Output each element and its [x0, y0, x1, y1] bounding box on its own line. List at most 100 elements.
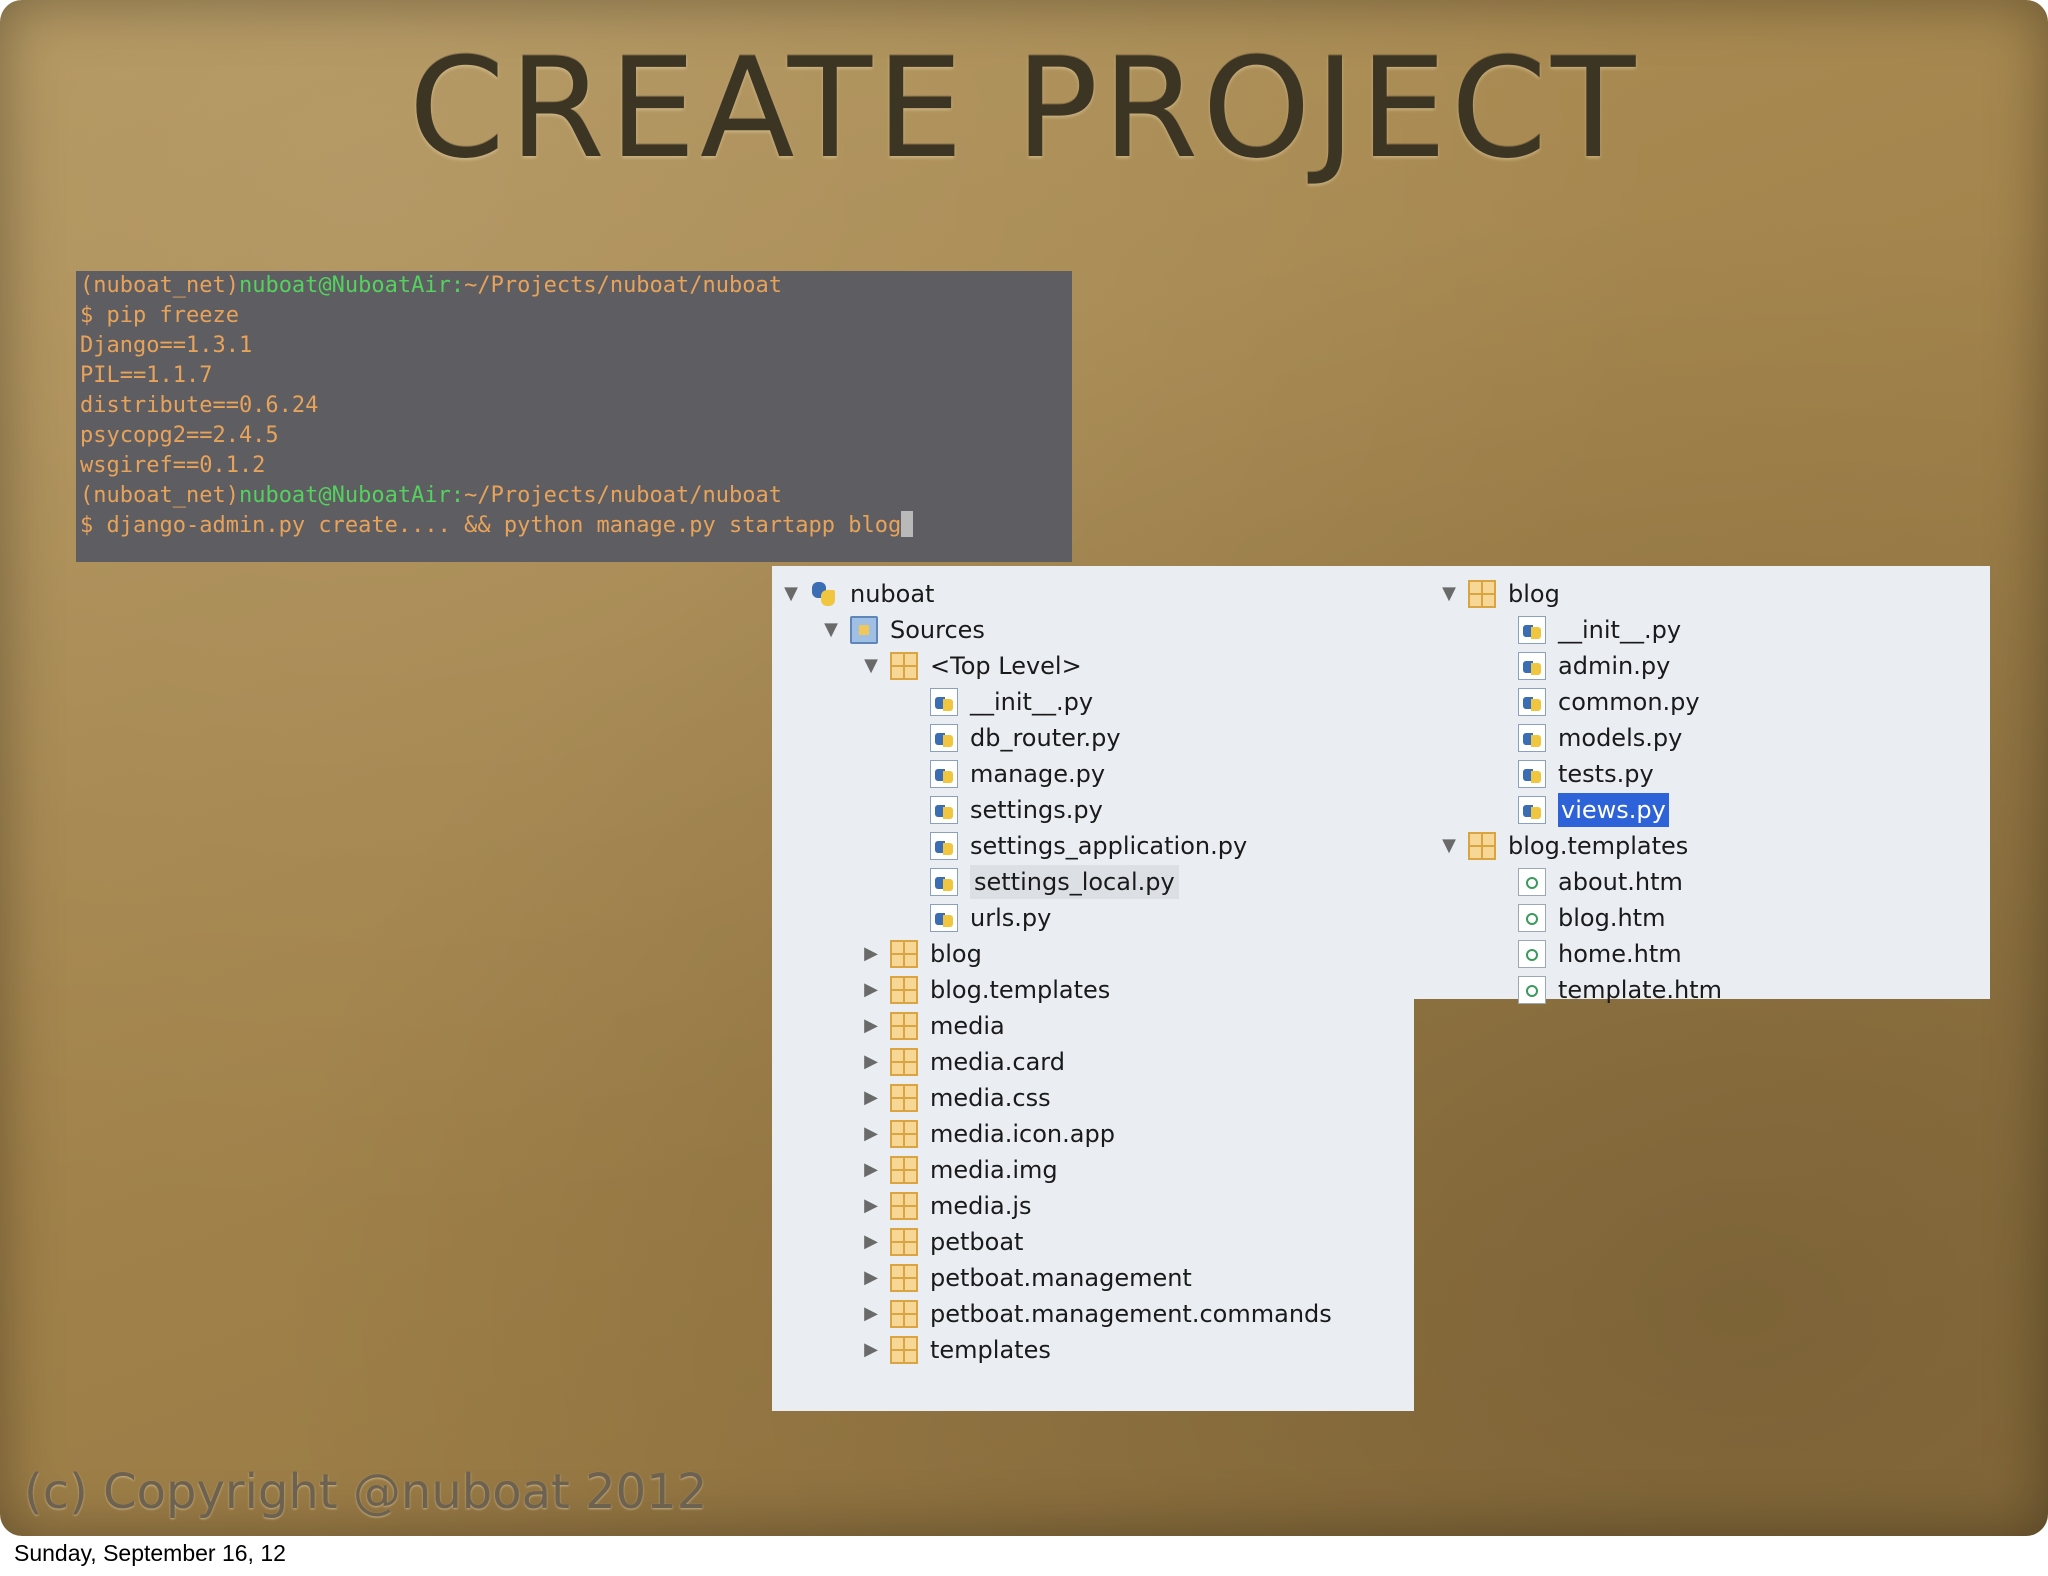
disclosure-expanded-icon[interactable]: ▼ [1438, 829, 1460, 863]
package-label: blog [930, 940, 982, 968]
terminal-venv: (nuboat_net) [80, 273, 239, 298]
tree-package[interactable]: ▶ media.js [860, 1189, 1032, 1223]
blog-tree-panel[interactable]: ▼ blog __init__.py admin.py common.py mo… [1414, 566, 1990, 1004]
tree-node-top-level[interactable]: ▼ <Top Level> [860, 649, 1082, 683]
terminal-path: ~/Projects/nuboat/nuboat [464, 483, 783, 508]
html-file-icon [1518, 976, 1546, 1004]
disclosure-collapsed-icon[interactable]: ▶ [860, 973, 882, 1007]
python-file-icon [930, 796, 958, 824]
disclosure-collapsed-icon[interactable]: ▶ [860, 1333, 882, 1367]
tree-file[interactable]: admin.py [1510, 649, 1670, 683]
package-icon [890, 1156, 918, 1184]
file-label: __init__.py [970, 688, 1094, 716]
python-project-icon [810, 580, 838, 608]
disclosure-collapsed-icon[interactable]: ▶ [860, 1081, 882, 1115]
copyright-text: (c) Copyright @nuboat 2012 [24, 1464, 708, 1520]
tree-node-blog-templates[interactable]: ▼ blog.templates [1438, 829, 1688, 863]
tree-package[interactable]: ▶ petboat.management.commands [860, 1297, 1332, 1331]
project-tree-panel[interactable]: ▼ nuboat ▼ Sources ▼ <Top Level> __init_… [772, 566, 1414, 1411]
tree-file-selected[interactable]: views.py [1510, 793, 1669, 827]
package-label: petboat [930, 1228, 1024, 1256]
tree-node-nuboat[interactable]: ▼ nuboat [780, 577, 934, 611]
tree-package[interactable]: ▶ media.icon.app [860, 1117, 1115, 1151]
file-label: tests.py [1558, 760, 1654, 788]
terminal-line: $ pip freeze [80, 303, 239, 328]
package-label: media [930, 1012, 1005, 1040]
package-icon [890, 976, 918, 1004]
tree-file[interactable]: models.py [1510, 721, 1682, 755]
disclosure-expanded-icon[interactable]: ▼ [1438, 577, 1460, 611]
disclosure-expanded-icon[interactable]: ▼ [860, 649, 882, 683]
terminal-command: $ django-admin.py create.... && python m… [80, 513, 902, 538]
slide-title: CREATE PROJECT [408, 28, 1640, 189]
footer-date: Sunday, September 16, 12 [14, 1540, 286, 1566]
disclosure-collapsed-icon[interactable]: ▶ [860, 1225, 882, 1259]
tree-package[interactable]: ▶ media.img [860, 1153, 1058, 1187]
package-icon [890, 652, 918, 680]
tree-package[interactable]: ▶ media.card [860, 1045, 1065, 1079]
tree-node-label: Sources [890, 616, 985, 644]
tree-package[interactable]: ▶ media.css [860, 1081, 1051, 1115]
tree-file[interactable]: blog.htm [1510, 901, 1665, 935]
disclosure-collapsed-icon[interactable]: ▶ [860, 1261, 882, 1295]
python-file-icon [1518, 652, 1546, 680]
disclosure-collapsed-icon[interactable]: ▶ [860, 1117, 882, 1151]
terminal-line: Django==1.3.1 [80, 333, 253, 358]
tree-file[interactable]: settings_local.py [922, 865, 1179, 899]
tree-file[interactable]: urls.py [922, 901, 1051, 935]
package-icon [890, 1300, 918, 1328]
file-label: common.py [1558, 688, 1700, 716]
package-label: petboat.management [930, 1264, 1192, 1292]
disclosure-collapsed-icon[interactable]: ▶ [860, 1153, 882, 1187]
file-label: manage.py [970, 760, 1106, 788]
terminal-cursor [901, 511, 914, 537]
package-icon [1468, 832, 1496, 860]
tree-file[interactable]: about.htm [1510, 865, 1683, 899]
tree-file[interactable]: db_router.py [922, 721, 1121, 755]
tree-file[interactable]: tests.py [1510, 757, 1654, 791]
python-file-icon [930, 724, 958, 752]
disclosure-collapsed-icon[interactable]: ▶ [860, 937, 882, 971]
disclosure-expanded-icon[interactable]: ▼ [780, 577, 802, 611]
package-label: media.js [930, 1192, 1032, 1220]
terminal-line: distribute==0.6.24 [80, 393, 319, 418]
package-label: media.card [930, 1048, 1065, 1076]
package-icon [890, 1048, 918, 1076]
disclosure-collapsed-icon[interactable]: ▶ [860, 1009, 882, 1043]
package-label: media.img [930, 1156, 1058, 1184]
tree-file[interactable]: common.py [1510, 685, 1700, 719]
tree-package[interactable]: ▶ templates [860, 1333, 1051, 1367]
package-icon [890, 1264, 918, 1292]
package-icon [890, 1012, 918, 1040]
disclosure-expanded-icon[interactable]: ▼ [820, 613, 842, 647]
disclosure-collapsed-icon[interactable]: ▶ [860, 1045, 882, 1079]
tree-node-sources[interactable]: ▼ Sources [820, 613, 985, 647]
package-icon [890, 940, 918, 968]
tree-file[interactable]: home.htm [1510, 937, 1682, 971]
terminal-line: (nuboat_net)nuboat@NuboatAir:~/Projects/… [80, 481, 1072, 511]
python-file-icon [930, 760, 958, 788]
tree-node-blog[interactable]: ▼ blog [1438, 577, 1560, 611]
tree-node-label: <Top Level> [930, 652, 1082, 680]
tree-file[interactable]: settings.py [922, 793, 1103, 827]
tree-package[interactable]: ▶ blog [860, 937, 982, 971]
tree-file[interactable]: __init__.py [922, 685, 1093, 719]
tree-file[interactable]: template.htm [1510, 973, 1722, 1007]
terminal-command-line[interactable]: $ django-admin.py create.... && python m… [80, 511, 1072, 541]
terminal-window[interactable]: (nuboat_net)nuboat@NuboatAir:~/Projects/… [76, 271, 1072, 562]
python-file-icon [1518, 616, 1546, 644]
python-file-icon [1518, 760, 1546, 788]
terminal-line: wsgiref==0.1.2 [80, 453, 266, 478]
python-file-icon [930, 688, 958, 716]
tree-file[interactable]: manage.py [922, 757, 1105, 791]
disclosure-collapsed-icon[interactable]: ▶ [860, 1297, 882, 1331]
tree-file[interactable]: __init__.py [1510, 613, 1681, 647]
tree-file[interactable]: settings_application.py [922, 829, 1247, 863]
tree-package[interactable]: ▶ petboat [860, 1225, 1023, 1259]
file-label-selected: views.py [1558, 793, 1669, 827]
tree-package[interactable]: ▶ petboat.management [860, 1261, 1192, 1295]
tree-package[interactable]: ▶ blog.templates [860, 973, 1110, 1007]
tree-package[interactable]: ▶ media [860, 1009, 1005, 1043]
disclosure-collapsed-icon[interactable]: ▶ [860, 1189, 882, 1223]
file-label: about.htm [1558, 868, 1683, 896]
